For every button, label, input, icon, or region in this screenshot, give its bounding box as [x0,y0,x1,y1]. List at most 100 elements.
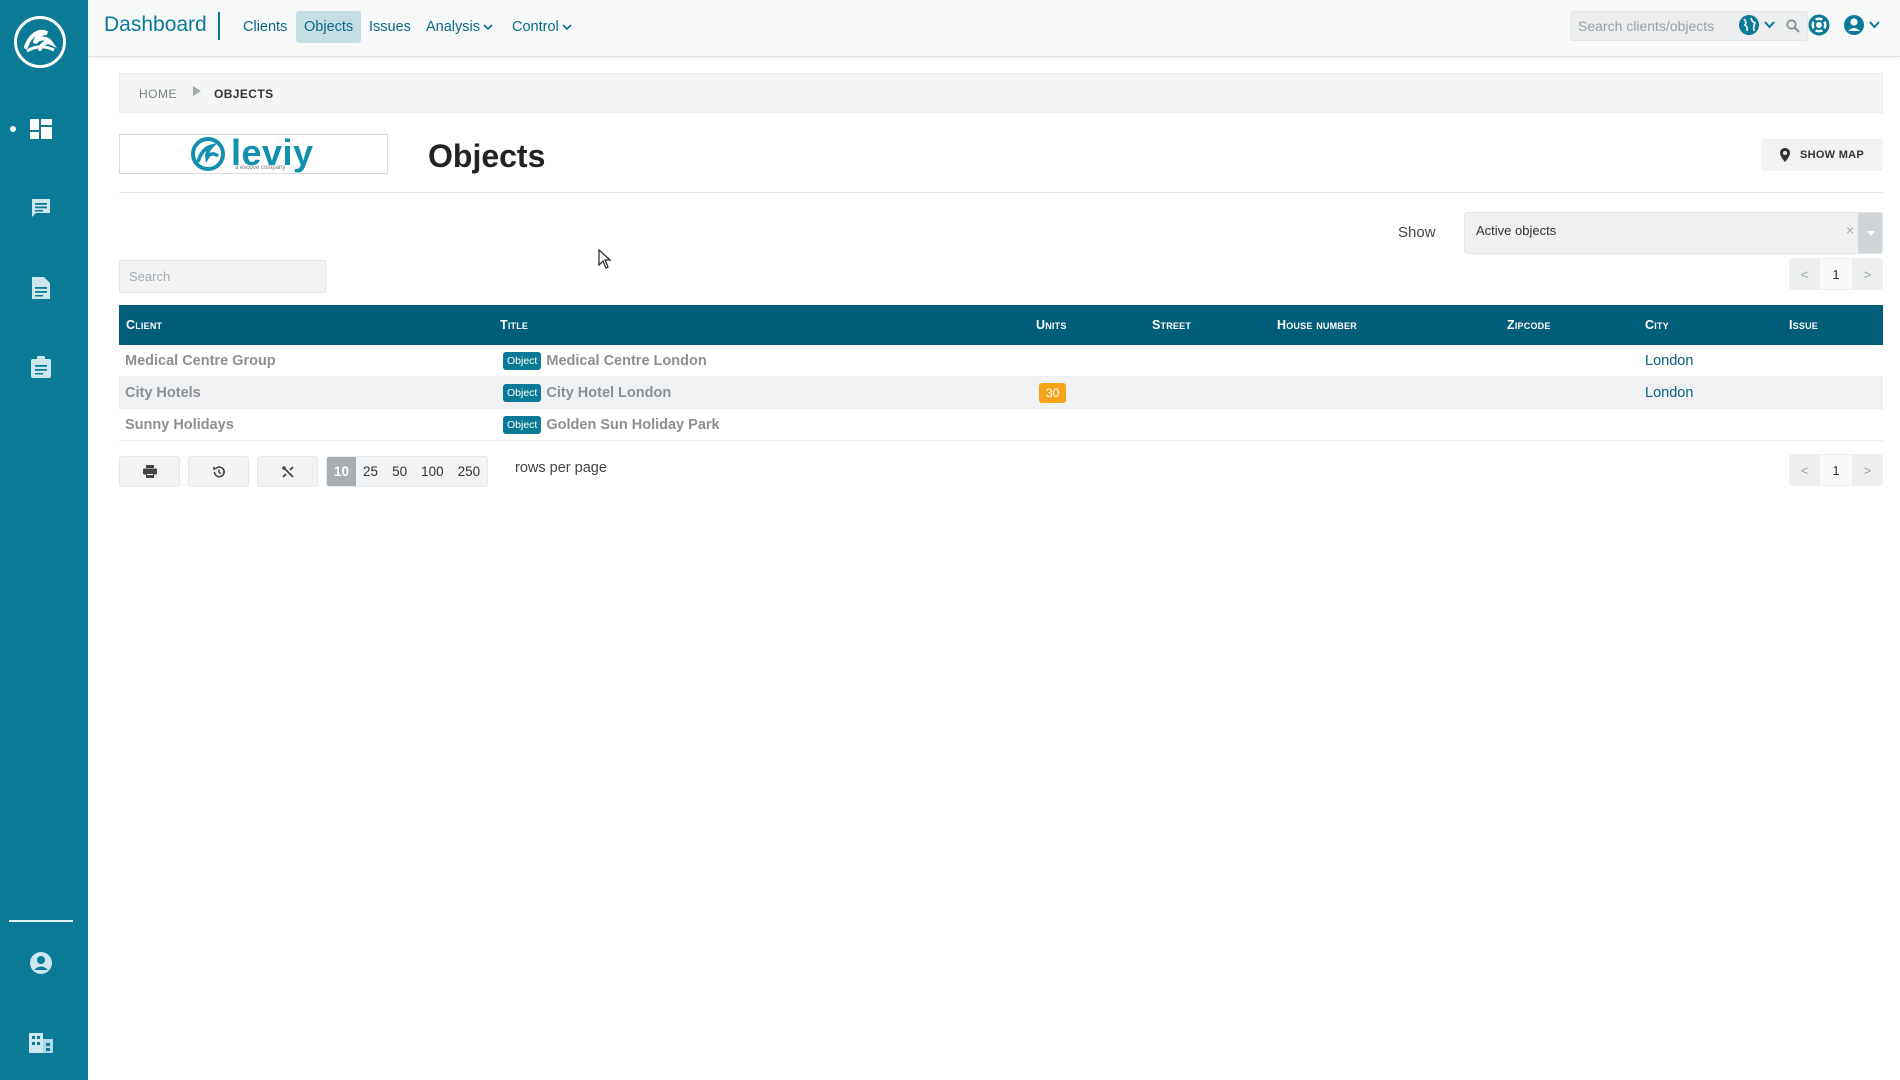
breadcrumb: HOME OBJECTS [119,73,1883,113]
nav-clients[interactable]: Clients [235,11,295,43]
nav-analysis-label: Analysis [426,19,480,35]
object-title[interactable]: Golden Sun Holiday Park [546,417,719,433]
chevron-down-icon [483,24,493,30]
history-button[interactable] [188,456,249,487]
rows-option[interactable]: 250 [451,457,488,486]
objects-table: Client Title Units Street House number Z… [119,305,1883,441]
table-header: Client Title Units Street House number Z… [119,305,1883,345]
app-title[interactable]: Dashboard [104,13,207,37]
client-logo: leviy a evoove company [119,132,388,174]
column-header-client[interactable]: Client [126,318,162,332]
chevron-down-icon [1764,21,1775,29]
lifebuoy-icon [1808,14,1830,36]
clear-selection-icon[interactable]: × [1846,222,1854,238]
nav-issues[interactable]: Issues [361,11,419,43]
sidebar-item-dashboard[interactable] [26,114,56,144]
page-number[interactable]: 1 [1820,258,1852,290]
table-search-input[interactable] [120,261,325,292]
sidebar [0,0,88,1080]
sidebar-item-organization[interactable] [26,1028,56,1058]
top-navigation-bar: Dashboard Clients Objects Issues Analysi… [88,0,1900,57]
user-menu[interactable] [1843,14,1880,36]
map-pin-icon [1779,148,1790,162]
units-badge: 30 [1039,383,1067,403]
city-cell: London [1645,385,1694,401]
chat-icon [32,199,50,217]
breadcrumb-current: OBJECTS [214,87,274,101]
client-cell[interactable]: City Hotels [125,385,201,401]
building-icon [29,1033,53,1053]
title-cell[interactable]: Object City Hotel London [503,384,671,402]
client-cell[interactable]: Sunny Holidays [125,417,234,433]
sidebar-item-tasks[interactable] [26,352,56,382]
table-row[interactable]: Medical Centre Group Object Medical Cent… [119,345,1883,377]
rows-option[interactable]: 100 [414,457,451,486]
next-page-button[interactable]: > [1852,454,1883,486]
column-header-issue[interactable]: Issue [1789,318,1818,332]
rows-option[interactable]: 10 [327,457,357,486]
show-map-label: SHOW MAP [1799,149,1865,161]
dropdown-caret-icon[interactable] [1858,213,1882,253]
show-filter-label: Show [1398,224,1436,241]
pagination-bottom: < 1 > [1789,454,1883,486]
rows-option[interactable]: 50 [385,457,414,486]
language-selector[interactable] [1738,14,1775,36]
globe-icon [1739,15,1759,35]
app-logo-icon[interactable] [14,16,66,68]
nav-control-label: Control [512,19,559,35]
rows-per-page-selector: 10 25 50 100 250 [326,456,489,487]
table-row[interactable]: Sunny Holidays Object Golden Sun Holiday… [119,409,1883,441]
table-search [119,260,326,293]
object-badge: Object [503,352,542,370]
show-filter-value: Active objects [1476,223,1557,238]
object-badge: Object [503,384,542,402]
tools-button[interactable] [257,456,318,487]
sidebar-item-profile[interactable] [26,948,56,978]
print-button[interactable] [119,456,180,487]
city-cell: London [1645,353,1694,369]
object-title[interactable]: Medical Centre London [546,353,706,369]
print-icon [142,465,157,478]
page-number[interactable]: 1 [1820,454,1852,486]
rows-option[interactable]: 25 [356,457,385,486]
table-row[interactable]: City Hotels Object City Hotel London 30 … [119,377,1883,409]
column-header-title[interactable]: Title [500,318,528,332]
column-header-zipcode[interactable]: Zipcode [1507,318,1551,332]
previous-page-button[interactable]: < [1789,258,1820,290]
column-header-street[interactable]: Street [1152,318,1191,332]
column-header-house-number[interactable]: House number [1277,318,1357,332]
account-icon [1844,15,1864,35]
column-header-units[interactable]: Units [1036,318,1067,332]
next-page-button[interactable]: > [1852,258,1883,290]
breadcrumb-home[interactable]: HOME [139,87,177,101]
page-title: Objects [428,138,546,174]
chevron-down-icon [1869,21,1880,29]
active-indicator [10,126,16,132]
user-icon [30,952,52,974]
chevron-down-icon [562,24,572,30]
show-filter-select[interactable]: Active objects × [1464,212,1883,254]
title-cell[interactable]: Object Golden Sun Holiday Park [503,416,720,434]
breadcrumb-arrow-icon [193,86,201,96]
pagination-top: < 1 > [1789,258,1883,290]
document-icon [32,277,50,299]
sidebar-item-documents[interactable] [26,273,56,303]
client-cell[interactable]: Medical Centre Group [125,353,276,369]
show-map-button[interactable]: SHOW MAP [1761,139,1883,171]
header-divider [119,192,1883,193]
title-separator [218,12,220,40]
brand-tagline: a evoove company [235,165,286,171]
sidebar-item-messages[interactable] [26,193,56,223]
object-title[interactable]: City Hotel London [546,385,671,401]
object-badge: Object [503,416,542,434]
units-cell: 30 [1039,383,1067,403]
nav-analysis[interactable]: Analysis [418,11,501,43]
previous-page-button[interactable]: < [1789,454,1820,486]
column-header-city[interactable]: City [1645,318,1669,332]
leviy-logo-icon [191,137,225,171]
title-cell[interactable]: Object Medical Centre London [503,352,707,370]
help-button[interactable] [1808,14,1830,36]
search-icon[interactable] [1786,19,1800,33]
nav-control[interactable]: Control [504,11,580,43]
nav-objects[interactable]: Objects [296,11,362,43]
